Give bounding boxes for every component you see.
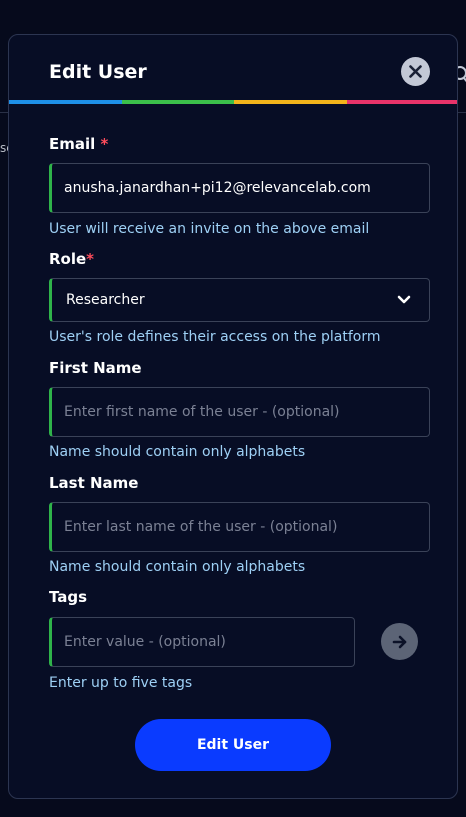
color-bar-segment: [9, 100, 122, 104]
role-hint: User's role defines their access on the …: [49, 329, 381, 345]
first-name-hint: Name should contain only alphabets: [49, 444, 306, 460]
role-label: Role*: [49, 250, 94, 268]
last-name-label: Last Name: [49, 474, 139, 492]
email-hint: User will receive an invite on the above…: [49, 221, 370, 237]
color-bar-segment: [234, 100, 347, 104]
color-bar-segment: [121, 100, 234, 104]
edit-user-submit-button[interactable]: Edit User: [135, 719, 331, 771]
last-name-field[interactable]: [49, 502, 430, 552]
close-icon: [409, 65, 422, 78]
add-tag-button[interactable]: [381, 623, 418, 660]
first-name-field[interactable]: [49, 387, 430, 437]
header-color-bar: [9, 100, 457, 104]
tags-input[interactable]: [49, 617, 355, 667]
email-label: Email *: [49, 135, 108, 153]
close-button[interactable]: [401, 57, 430, 86]
role-select[interactable]: Researcher: [49, 278, 430, 322]
modal-title: Edit User: [49, 61, 147, 83]
required-marker: *: [100, 135, 109, 153]
role-label-text: Role: [49, 250, 87, 268]
first-name-label: First Name: [49, 359, 142, 377]
edit-user-modal: Edit User Email * User will receive an i…: [8, 34, 458, 799]
chevron-down-icon: [397, 295, 411, 304]
tags-hint: Enter up to five tags: [49, 675, 193, 691]
email-label-text: Email: [49, 135, 96, 153]
required-marker: *: [86, 250, 95, 268]
arrow-right-icon: [392, 635, 406, 648]
color-bar-segment: [346, 100, 457, 104]
role-select-value: Researcher: [66, 292, 145, 308]
tags-label: Tags: [49, 588, 88, 606]
last-name-hint: Name should contain only alphabets: [49, 559, 306, 575]
email-field[interactable]: [49, 163, 430, 213]
